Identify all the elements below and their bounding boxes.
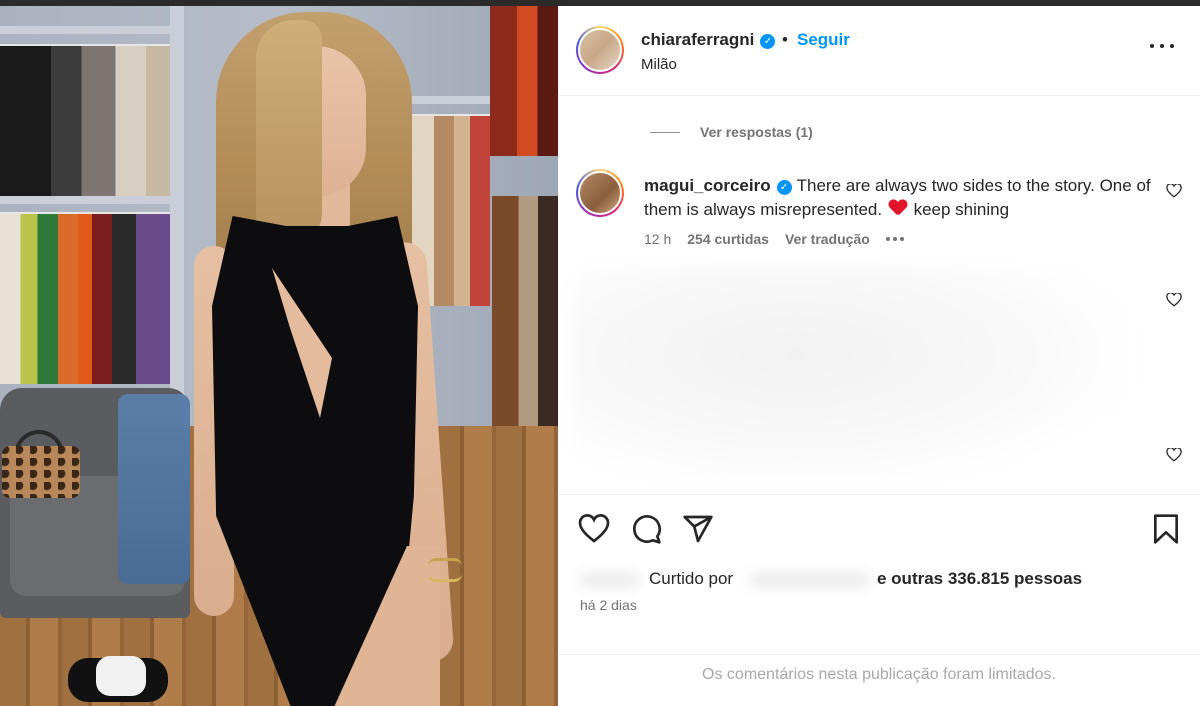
hanging-clothes [492,196,558,426]
shelf [0,26,180,34]
hanging-clothes [490,6,558,156]
leopard-handbag [2,446,80,498]
blurred-comments [572,266,1132,486]
author-username[interactable]: chiaraferragni ✓ [641,30,776,50]
replies-line [650,132,680,133]
blurred-username [750,571,870,589]
post-side-panel: chiaraferragni ✓ • Seguir Milão Ver respo… [558,6,1200,706]
comment-likes[interactable]: 254 curtidas [687,231,769,247]
comment-body: magui_corceiro ✓ There are always two side… [644,174,1154,222]
commenter-avatar-image [578,171,622,215]
comment-time[interactable]: 12 h [644,231,671,247]
hair-strand [256,20,322,250]
post-photo[interactable] [0,6,558,706]
post-header: chiaraferragni ✓ • Seguir Milão [558,6,1200,96]
comment-like-heart-icon[interactable] [1166,448,1182,462]
hanging-clothes [0,214,170,384]
separator-dot: • [782,30,788,49]
shelf [170,6,184,396]
post-timestamp[interactable]: há 2 dias [580,597,637,613]
author-avatar-image [578,28,622,72]
liked-by-label: Curtido por [649,569,734,588]
post-actions: Curtido por e outras 336.815 pessoas há … [558,494,1200,654]
author-username-text[interactable]: chiaraferragni [641,30,754,49]
verified-badge-icon: ✓ [760,34,776,49]
translate-button[interactable]: Ver tradução [785,231,870,247]
likes-count[interactable]: e outras 336.815 pessoas [877,569,1082,589]
comment-like-heart-icon[interactable] [1166,184,1182,198]
red-heart-icon [889,200,907,216]
author-avatar[interactable] [576,26,624,74]
post-location[interactable]: Milão [641,56,677,73]
blurred-avatars [580,571,640,589]
commenter-username[interactable]: magui_corceiro [644,176,771,195]
comment-options-icon[interactable] [885,237,904,241]
comments-limited-notice: Os comentários nesta publicação foram li… [558,654,1200,706]
more-options-icon[interactable] [1150,36,1174,56]
follow-button[interactable]: Seguir [797,30,850,50]
commenter-avatar[interactable] [576,169,624,217]
comments-list[interactable]: Ver respostas (1) magui_corceiro ✓ There a… [558,96,1200,494]
comment-text-end: keep shining [913,200,1010,219]
view-replies-button[interactable]: Ver respostas (1) [700,124,813,140]
share-icon[interactable] [682,513,714,545]
white-shoes [96,656,146,696]
bracelets [428,558,462,582]
heart-icon[interactable] [578,513,610,545]
bookmark-icon[interactable] [1150,513,1182,545]
comment-like-heart-icon[interactable] [1166,293,1182,307]
verified-badge-icon: ✓ [776,180,792,195]
jeans [118,394,190,584]
comment-icon[interactable] [630,513,662,545]
shelf [0,196,180,204]
comment-meta: 12 h 254 curtidas Ver tradução [644,231,904,247]
hanging-clothes [0,46,170,196]
